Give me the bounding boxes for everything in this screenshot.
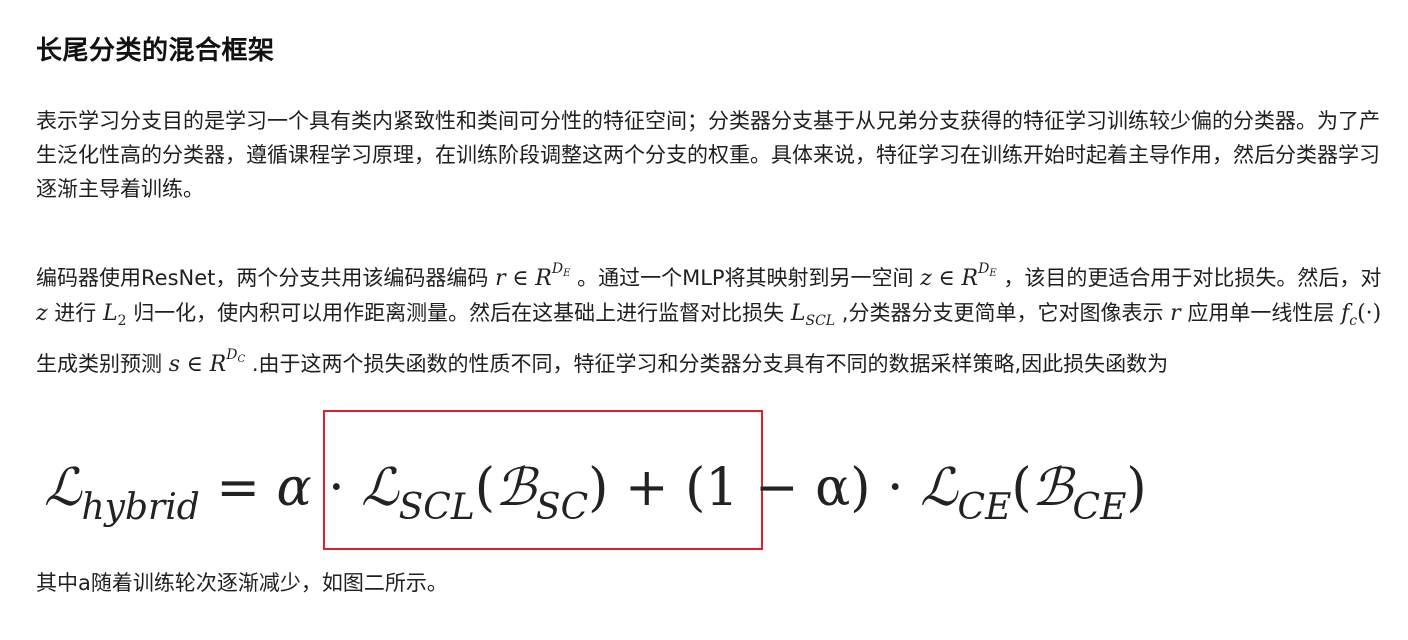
eq-cdot: ·	[328, 458, 345, 518]
math-in: ∈	[186, 352, 203, 377]
text-fragment: 进行	[54, 301, 97, 325]
eq-one-minus-alpha: (1 − α)	[685, 458, 871, 518]
text-fragment: ,分类器分支更简单，它对图像表示	[841, 301, 1164, 325]
eq-ce-sub: CE	[957, 487, 1012, 528]
eq-b-sc-sub: SC	[535, 487, 589, 528]
eq-alpha: α	[276, 458, 312, 518]
math-R: R	[535, 266, 552, 291]
text-fragment: 编码器使用ResNet，两个分支共用该编码器编码	[36, 266, 489, 290]
eq-cdot: ·	[887, 458, 904, 518]
eq-plus: +	[624, 458, 669, 518]
text-fragment: 归一化，使内积可以用作距离测量。然后在这基础上进行监督对比损失	[133, 301, 785, 325]
eq-open-paren: (	[1011, 458, 1032, 518]
paragraph-branches: 表示学习分支目的是学习一个具有类内紧致性和类间可分性的特征空间；分类器分支基于从…	[36, 109, 1380, 201]
math-R: R	[209, 352, 227, 377]
math-paren-dot: (·)	[1357, 301, 1382, 326]
math-z: z	[920, 266, 932, 291]
math-R: R	[961, 266, 979, 291]
math-z: z	[36, 301, 48, 326]
math-sub-2: 2	[117, 313, 127, 329]
math-r: r	[495, 266, 506, 291]
eq-B-ce: ℬ	[1031, 458, 1073, 518]
text-fragment: 应用单一线性层	[1187, 301, 1335, 325]
eq-lhs-L: ℒ	[44, 458, 82, 518]
math-s: s	[168, 352, 180, 377]
text-fragment: .由于这两个损失函数的性质不同，特征学习和分类器分支具有不同的数据采样策略,因此…	[251, 352, 1169, 376]
section-heading: 长尾分类的混合框架	[36, 36, 275, 66]
text-fragment: 。通过一个MLP将其映射到另一空间	[577, 266, 914, 290]
eq-lhs-sub: hybrid	[81, 487, 200, 528]
math-sup-DE: DE	[551, 261, 571, 279]
paragraph-alpha-note: 其中a随着训练轮次逐渐减少，如图二所示。	[36, 571, 448, 595]
math-sup-DC: DC	[226, 347, 246, 365]
hybrid-loss-equation: ℒhybrid = α · ℒSCL(ℬSC) + (1 − α) · ℒCE(…	[44, 438, 1147, 538]
eq-L-scl: ℒ	[361, 458, 399, 518]
eq-close-paren: )	[1126, 458, 1147, 518]
text-fragment: 生成类别预测	[36, 352, 162, 376]
math-L: L	[790, 301, 806, 326]
math-sub-c: c	[1349, 313, 1358, 329]
eq-b-ce-sub: CE	[1072, 487, 1127, 528]
math-L: L	[102, 301, 118, 326]
eq-L-ce: ℒ	[920, 458, 958, 518]
math-sub-SCL: SCL	[805, 313, 836, 329]
eq-open-paren: (	[474, 458, 496, 518]
math-in: ∈	[938, 266, 955, 291]
math-sup-DE: DE	[978, 261, 997, 279]
paragraph-encoder: 编码器使用ResNet，两个分支共用该编码器编码 r ∈ RDE 。通过一个ML…	[36, 252, 1386, 382]
math-r: r	[1170, 301, 1181, 326]
eq-equals: =	[216, 458, 260, 518]
text-fragment: ，该目的更适合用于对比损失。然后，对	[1003, 266, 1382, 290]
math-f: f	[1341, 301, 1350, 326]
math-in: ∈	[512, 266, 529, 291]
eq-close-paren: )	[588, 458, 609, 518]
eq-scl-sub: SCL	[398, 487, 475, 528]
eq-B-sc: ℬ	[495, 458, 536, 518]
